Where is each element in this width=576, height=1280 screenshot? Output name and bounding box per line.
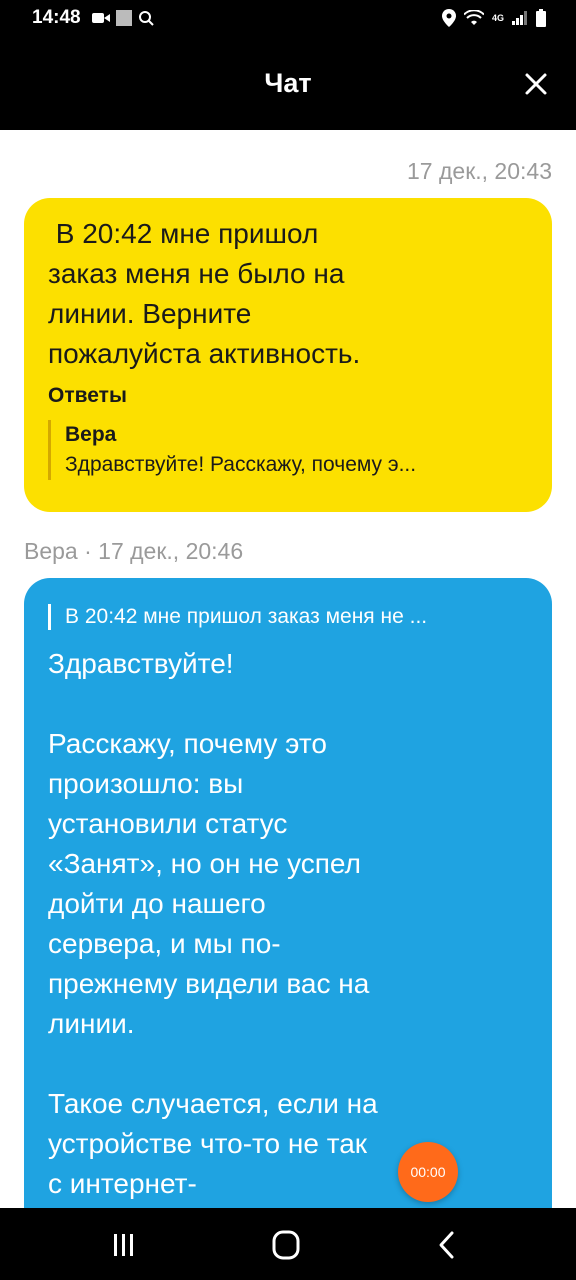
recent-apps-button[interactable] [104, 1228, 144, 1262]
recording-timer-button[interactable]: 00:00 [398, 1142, 458, 1202]
home-icon [272, 1230, 300, 1260]
network-type-label: 4G [491, 12, 504, 23]
reply-preview-text: Здравствуйте! Расскажу, почему э... [65, 453, 417, 476]
chat-area[interactable]: 17 дек., 20:43 В 20:42 мне пришол заказ … [0, 130, 576, 1208]
status-bar: 14:48 4G [0, 0, 576, 38]
system-nav-bar [0, 1208, 576, 1280]
wifi-icon [463, 10, 484, 25]
back-icon [439, 1231, 454, 1259]
reply-author: Вера [65, 423, 117, 446]
status-time: 14:48 [32, 7, 81, 28]
incoming-message-text: Здравствуйте! Расскажу, почему это произ… [48, 648, 378, 1199]
chat-header: Чат [0, 38, 576, 130]
search-icon [139, 11, 154, 26]
reply-preview-link[interactable]: Вера Здравствуйте! Расскажу, почему э... [48, 420, 528, 480]
quoted-message-link[interactable]: В 20:42 мне пришол заказ меня не ... [48, 604, 528, 630]
back-button[interactable] [428, 1228, 468, 1262]
recent-apps-icon [114, 1234, 133, 1256]
incoming-message-bubble[interactable]: В 20:42 мне пришол заказ меня не ... Здр… [24, 578, 552, 1208]
outgoing-timestamp: 17 дек., 20:43 [407, 158, 552, 184]
signal-icon [512, 11, 527, 25]
battery-icon [536, 9, 546, 27]
outgoing-message-text: В 20:42 мне пришол заказ меня не было на… [48, 218, 361, 369]
page-title: Чат [264, 68, 312, 98]
home-button[interactable] [266, 1228, 306, 1262]
image-icon [116, 10, 132, 26]
replies-label: Ответы [48, 384, 127, 407]
video-icon [92, 13, 110, 23]
outgoing-message-bubble[interactable]: В 20:42 мне пришол заказ меня не было на… [24, 198, 552, 512]
incoming-meta: Вера · 17 дек., 20:46 [24, 538, 244, 564]
close-icon [525, 73, 547, 95]
location-icon [441, 9, 456, 27]
close-button[interactable] [518, 66, 554, 102]
